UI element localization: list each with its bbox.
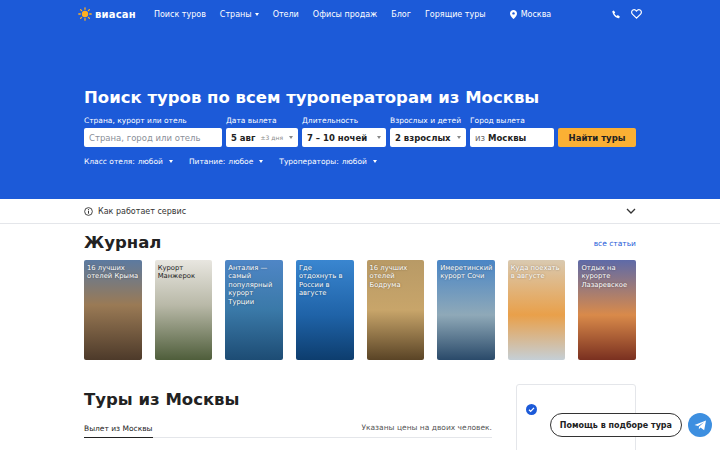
filter-dropdown[interactable]: Туроператоры: любой — [279, 157, 377, 166]
city-field[interactable]: изМосквы — [470, 128, 554, 147]
nav-icons — [612, 9, 642, 19]
journal-section: Журнал все статьи 16 лучших отелей Крыма Ку… — [84, 224, 636, 360]
field-value: 5 авг — [231, 133, 255, 143]
tab[interactable]: Вылет из Москвы — [84, 422, 153, 438]
field-value: 2 взрослых — [395, 133, 451, 143]
field-label: Дата вылета — [226, 116, 298, 125]
filter-value: любой — [342, 157, 367, 166]
nav-list: Поиск туров Страны Отели Офисы продаж Блог Го… — [154, 10, 486, 19]
how-it-works-bar[interactable]: Как работает сервис — [0, 199, 720, 224]
logo-text: виасан — [95, 9, 136, 20]
article-card[interactable]: Где отдохнуть в России в августе — [296, 260, 354, 360]
city-name: Москва — [521, 10, 552, 19]
nav-item[interactable]: Блог — [391, 10, 411, 19]
select-field[interactable]: 2 взрослых — [390, 128, 466, 147]
filter-dropdown[interactable]: Класс отеля:любой — [84, 157, 173, 166]
field-value: 7 – 10 ночей — [307, 133, 367, 143]
article-title: 16 лучших отелей Крыма — [87, 264, 139, 281]
article-title: Анталия — самый популярный курорт Турции — [228, 264, 280, 306]
top-nav: виасан Поиск туров Страны Отели Офисы продаж… — [78, 0, 642, 28]
help-widget: Помощь в подборе тура — [550, 413, 712, 437]
find-tours-button[interactable]: Найти туры — [558, 128, 636, 147]
article-title: Куда поехать в августе — [511, 264, 563, 281]
phone-icon[interactable] — [612, 10, 621, 19]
article-card[interactable]: Курорт Манжерок — [155, 260, 213, 360]
select-field[interactable]: 7 – 10 ночей — [302, 128, 386, 147]
search-field-group: Взрослых и детей 2 взрослых — [390, 116, 466, 147]
article-card[interactable]: Отдых на курорте Лазаревское — [578, 260, 636, 360]
field-label: Взрослых и детей — [390, 116, 466, 125]
field-label: Город вылета — [470, 116, 554, 125]
tours-title: Туры из Москвы — [84, 390, 492, 410]
search-field-group: Город вылета изМосквы — [470, 116, 554, 147]
check-icon — [526, 404, 537, 415]
article-card[interactable]: 16 лучших отелей Бодрума — [367, 260, 425, 360]
field-label: Длительность — [302, 116, 386, 125]
search-field-group: Длительность 7 – 10 ночей — [302, 116, 386, 147]
filter-dropdown[interactable]: Питание:любое — [189, 157, 263, 166]
heart-icon[interactable] — [631, 9, 642, 19]
info-icon — [84, 207, 93, 216]
pin-icon — [510, 10, 517, 19]
caret-icon — [255, 13, 259, 16]
city-selector[interactable]: Москва — [510, 10, 552, 19]
field-value: Москвы — [488, 133, 526, 143]
filter-label: Класс отеля: — [84, 157, 135, 166]
help-button[interactable]: Помощь в подборе тура — [550, 413, 682, 437]
all-articles-link[interactable]: все статьи — [594, 239, 636, 248]
search-field-group: Страна, курорт или отель Страна, город ил… — [84, 116, 222, 147]
tours-main: Туры из Москвы Вылет из Москвы Указаны цен… — [84, 384, 492, 450]
journal-header: Журнал все статьи — [84, 233, 636, 253]
price-note: Указаны цены на двоих человек. — [361, 423, 492, 437]
article-cards: 16 лучших отелей Крыма Курорт Манжерок Ант… — [84, 260, 636, 360]
caret-icon — [259, 160, 263, 163]
logo[interactable]: виасан — [78, 7, 136, 21]
field-hint: ±3 дня — [261, 134, 283, 141]
article-title: Курорт Манжерок — [158, 264, 210, 281]
caret-icon — [289, 136, 293, 139]
caret-icon — [169, 160, 173, 163]
nav-item[interactable]: Поиск туров — [154, 10, 206, 19]
field-label: Страна, курорт или отель — [84, 116, 222, 125]
article-card[interactable]: Куда поехать в августе — [508, 260, 566, 360]
article-title: Имеретинский курорт Сочи — [440, 264, 492, 281]
telegram-button[interactable] — [688, 413, 712, 437]
article-card[interactable]: Имеретинский курорт Сочи — [437, 260, 495, 360]
field-placeholder: Страна, город или отель — [89, 133, 201, 143]
article-card[interactable]: 16 лучших отелей Крыма — [84, 260, 142, 360]
sun-icon — [78, 7, 92, 21]
date-field[interactable]: 5 авг ±3 дня — [226, 128, 298, 147]
text-field[interactable]: Страна, город или отель — [84, 128, 222, 147]
article-title: Отдых на курорте Лазаревское — [581, 264, 633, 289]
tabs: Вылет из Москвы — [84, 422, 153, 437]
nav-item[interactable]: Отели — [273, 10, 299, 19]
search-field-group: Дата вылета 5 авг ±3 дня — [226, 116, 298, 147]
caret-icon — [377, 136, 381, 139]
caret-icon — [373, 160, 377, 163]
filter-label: Туроператоры: — [279, 157, 338, 166]
nav-item[interactable]: Офисы продаж — [313, 10, 377, 19]
field-prefix: из — [475, 133, 485, 143]
hero-title: Поиск туров по всем туроператорам из Мос… — [84, 88, 636, 108]
nav-item[interactable]: Страны — [220, 10, 259, 19]
article-title: 16 лучших отелей Бодрума — [370, 264, 422, 289]
journal-title: Журнал — [84, 233, 161, 253]
tabs-row: Вылет из Москвы Указаны цены на двоих чел… — [84, 422, 492, 438]
filter-value: любой — [138, 157, 163, 166]
chevron-icon — [626, 208, 636, 214]
search-form: Страна, курорт или отель Страна, город ил… — [84, 116, 636, 147]
filter-label: Питание: — [189, 157, 225, 166]
article-card[interactable]: Анталия — самый популярный курорт Турции — [225, 260, 283, 360]
nav-item[interactable]: Горящие туры — [425, 10, 486, 19]
hero: виасан Поиск туров Страны Отели Офисы продаж… — [0, 0, 720, 199]
filter-value: любое — [228, 157, 253, 166]
page: виасан Поиск туров Страны Отели Офисы продаж… — [0, 0, 720, 450]
filters: Класс отеля:любойПитание:любоеТуроперато… — [84, 157, 636, 166]
article-title: Где отдохнуть в России в августе — [299, 264, 351, 298]
how-it-works-label: Как работает сервис — [98, 207, 186, 216]
search-panel: Поиск туров по всем туроператорам из Мос… — [84, 28, 636, 166]
caret-icon — [457, 136, 461, 139]
telegram-icon — [694, 420, 707, 431]
